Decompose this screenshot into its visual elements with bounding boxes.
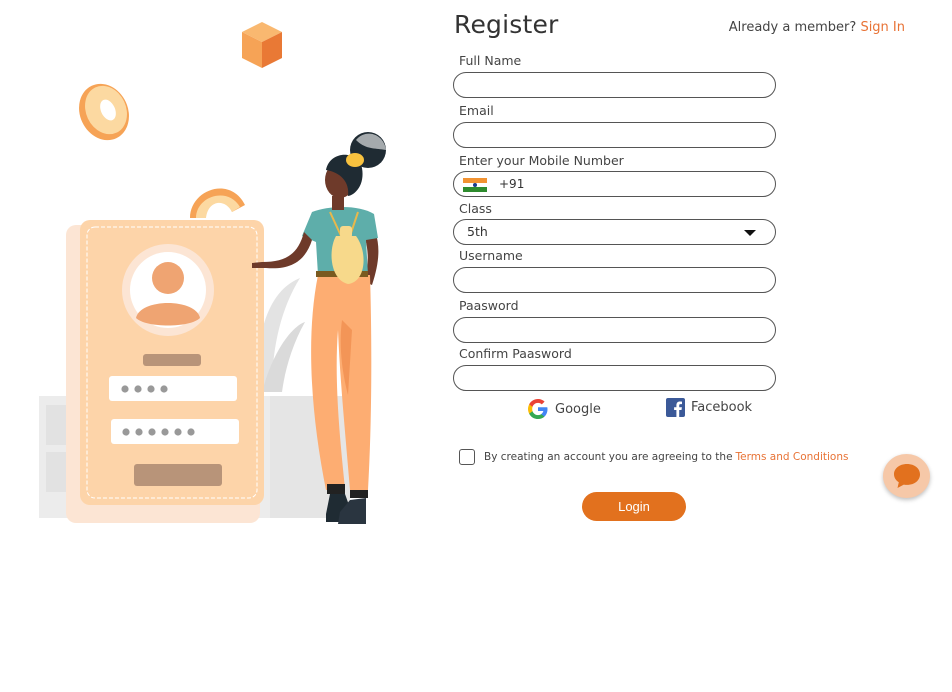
facebook-button[interactable]: Facebook bbox=[666, 398, 752, 417]
login-button[interactable]: Login bbox=[582, 492, 686, 521]
email-input[interactable] bbox=[466, 124, 760, 148]
username-field[interactable] bbox=[453, 267, 776, 293]
dropdown-caret-icon bbox=[744, 230, 756, 236]
email-label: Email bbox=[459, 103, 494, 118]
cube-decoration bbox=[242, 22, 282, 68]
member-prompt: Already a member? Sign In bbox=[729, 20, 905, 35]
google-button[interactable]: Google bbox=[527, 398, 601, 420]
registration-illustration bbox=[39, 22, 386, 524]
mobile-label: Enter your Mobile Number bbox=[459, 153, 624, 168]
mobile-field[interactable]: +91 bbox=[453, 171, 776, 198]
chat-bubble-icon bbox=[893, 464, 920, 488]
sign-in-link[interactable]: Sign In bbox=[860, 20, 905, 35]
terms-checkbox[interactable] bbox=[459, 449, 475, 465]
class-select[interactable]: 5th bbox=[453, 219, 776, 245]
member-prompt-text: Already a member? bbox=[728, 20, 857, 35]
full-name-field[interactable] bbox=[453, 72, 776, 98]
terms-text: By creating an account you are agreeing … bbox=[484, 451, 733, 463]
facebook-icon bbox=[666, 398, 685, 417]
password-label: Paasword bbox=[459, 298, 519, 313]
mobile-input[interactable] bbox=[526, 174, 770, 198]
chat-button[interactable] bbox=[883, 454, 930, 498]
ring-decoration bbox=[79, 83, 129, 141]
confirm-password-field[interactable] bbox=[453, 365, 776, 391]
country-code: +91 bbox=[499, 177, 525, 191]
full-name-label: Full Name bbox=[459, 53, 522, 68]
terms-link[interactable]: Terms and Conditions bbox=[736, 451, 849, 463]
confirm-password-label: Confirm Paasword bbox=[459, 346, 572, 361]
class-selected-value: 5th bbox=[467, 224, 488, 239]
full-name-input[interactable] bbox=[466, 74, 760, 98]
google-label: Google bbox=[555, 401, 601, 417]
google-icon bbox=[528, 399, 548, 419]
class-label: Class bbox=[459, 201, 492, 216]
username-input[interactable] bbox=[466, 269, 760, 293]
page-title: Register bbox=[454, 10, 559, 39]
confirm-password-input[interactable] bbox=[466, 367, 760, 391]
password-field[interactable] bbox=[453, 317, 776, 343]
password-input[interactable] bbox=[466, 319, 760, 343]
facebook-label: Facebook bbox=[691, 400, 753, 415]
india-flag-icon[interactable] bbox=[463, 178, 487, 192]
username-label: Username bbox=[459, 248, 523, 263]
terms-row: By creating an account you are agreeing … bbox=[459, 449, 848, 465]
email-field[interactable] bbox=[453, 122, 776, 148]
